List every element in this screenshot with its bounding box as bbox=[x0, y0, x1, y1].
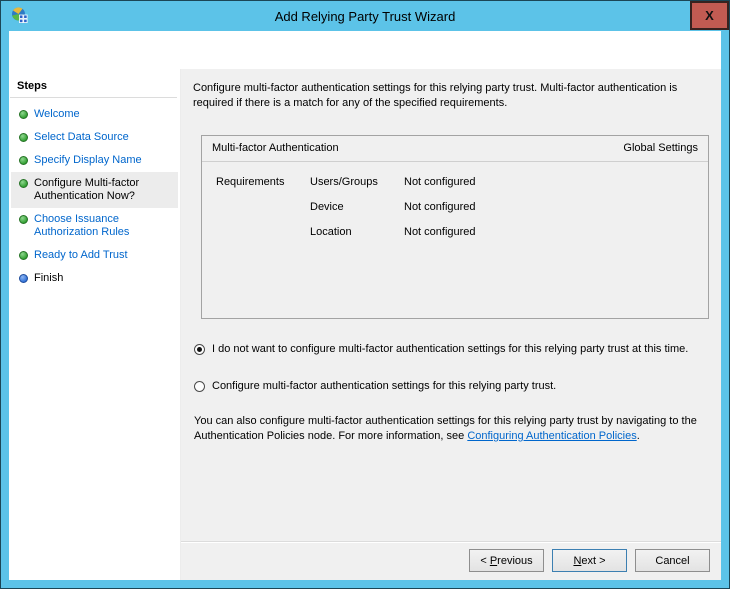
close-button[interactable]: X bbox=[690, 1, 729, 30]
close-icon: X bbox=[705, 9, 714, 22]
requirement-value: Not configured bbox=[404, 200, 708, 215]
window-title: Add Relying Party Trust Wizard bbox=[61, 1, 669, 31]
note-text: You can also configure multi-factor auth… bbox=[194, 414, 720, 444]
radio-selected-icon[interactable] bbox=[194, 344, 205, 355]
next-button[interactable]: Next > bbox=[552, 549, 627, 572]
step-label: Choose Issuance Authorization Rules bbox=[34, 213, 129, 238]
requirement-name: Device bbox=[310, 200, 404, 215]
cancel-button[interactable]: Cancel bbox=[635, 549, 710, 572]
global-settings-label: Global Settings bbox=[623, 141, 698, 156]
content-area: Configure multi-factor authentication se… bbox=[181, 69, 721, 541]
requirement-row-location: Location Not configured bbox=[216, 225, 708, 250]
step-done-bullet-icon bbox=[19, 110, 28, 119]
intro-text: Configure multi-factor authentication se… bbox=[193, 81, 719, 111]
step-finish[interactable]: Finish bbox=[11, 267, 178, 290]
step-done-bullet-icon bbox=[19, 251, 28, 260]
requirements-label: Requirements bbox=[216, 175, 310, 190]
mfa-panel-title: Multi-factor Authentication bbox=[212, 141, 339, 156]
step-label: Ready to Add Trust bbox=[34, 249, 128, 261]
requirement-row-users-groups: Requirements Users/Groups Not configured bbox=[216, 175, 708, 200]
requirement-row-device: Device Not configured bbox=[216, 200, 708, 225]
requirement-name: Users/Groups bbox=[310, 175, 404, 190]
option-label: I do not want to configure multi-factor … bbox=[212, 342, 688, 357]
requirement-value: Not configured bbox=[404, 175, 708, 190]
requirement-value: Not configured bbox=[404, 225, 708, 240]
mfa-panel-header: Multi-factor Authentication Global Setti… bbox=[202, 136, 708, 162]
step-done-bullet-icon bbox=[19, 133, 28, 142]
option-configure-mfa[interactable]: Configure multi-factor authentication se… bbox=[194, 379, 707, 394]
footer-button-bar: < Previous Next > Cancel bbox=[181, 541, 721, 580]
wizard-window: Add Relying Party Trust Wizard X Steps W… bbox=[0, 0, 730, 589]
step-specify-display-name[interactable]: Specify Display Name bbox=[11, 149, 178, 172]
step-label: Welcome bbox=[34, 108, 80, 120]
previous-button[interactable]: < Previous bbox=[469, 549, 544, 572]
radio-unselected-icon[interactable] bbox=[194, 381, 205, 392]
mfa-panel-body: Requirements Users/Groups Not configured… bbox=[202, 162, 708, 250]
step-choose-issuance-authorization-rules[interactable]: Choose Issuance Authorization Rules bbox=[11, 208, 178, 244]
step-configure-mfa-now[interactable]: Configure Multi-factor Authentication No… bbox=[11, 172, 178, 208]
adfs-wizard-icon bbox=[10, 6, 30, 26]
step-label: Configure Multi-factor Authentication No… bbox=[34, 177, 139, 202]
requirement-name: Location bbox=[310, 225, 404, 240]
title-bar: Add Relying Party Trust Wizard X bbox=[1, 1, 729, 31]
steps-list: Welcome Select Data Source Specify Displ… bbox=[9, 103, 180, 290]
step-done-bullet-icon bbox=[19, 215, 28, 224]
wizard-header-band bbox=[9, 31, 721, 69]
configuring-authentication-policies-link[interactable]: Configuring Authentication Policies bbox=[467, 430, 636, 442]
step-label: Select Data Source bbox=[34, 131, 129, 143]
wizard-body: Steps Welcome Select Data Source Specify… bbox=[9, 69, 721, 580]
step-welcome[interactable]: Welcome bbox=[11, 103, 178, 126]
option-no-mfa-configuration[interactable]: I do not want to configure multi-factor … bbox=[194, 342, 707, 357]
option-label: Configure multi-factor authentication se… bbox=[212, 379, 556, 394]
step-label: Specify Display Name bbox=[34, 154, 142, 166]
step-done-bullet-icon bbox=[19, 179, 28, 188]
step-select-data-source[interactable]: Select Data Source bbox=[11, 126, 178, 149]
step-finish-bullet-icon bbox=[19, 274, 28, 283]
main-column: Configure multi-factor authentication se… bbox=[181, 69, 721, 580]
steps-sidebar: Steps Welcome Select Data Source Specify… bbox=[9, 69, 181, 580]
steps-header: Steps bbox=[10, 77, 177, 98]
note-after-link: . bbox=[637, 430, 640, 442]
step-done-bullet-icon bbox=[19, 156, 28, 165]
step-label: Finish bbox=[34, 272, 63, 284]
mfa-settings-panel: Multi-factor Authentication Global Setti… bbox=[201, 135, 709, 319]
step-ready-to-add-trust[interactable]: Ready to Add Trust bbox=[11, 244, 178, 267]
